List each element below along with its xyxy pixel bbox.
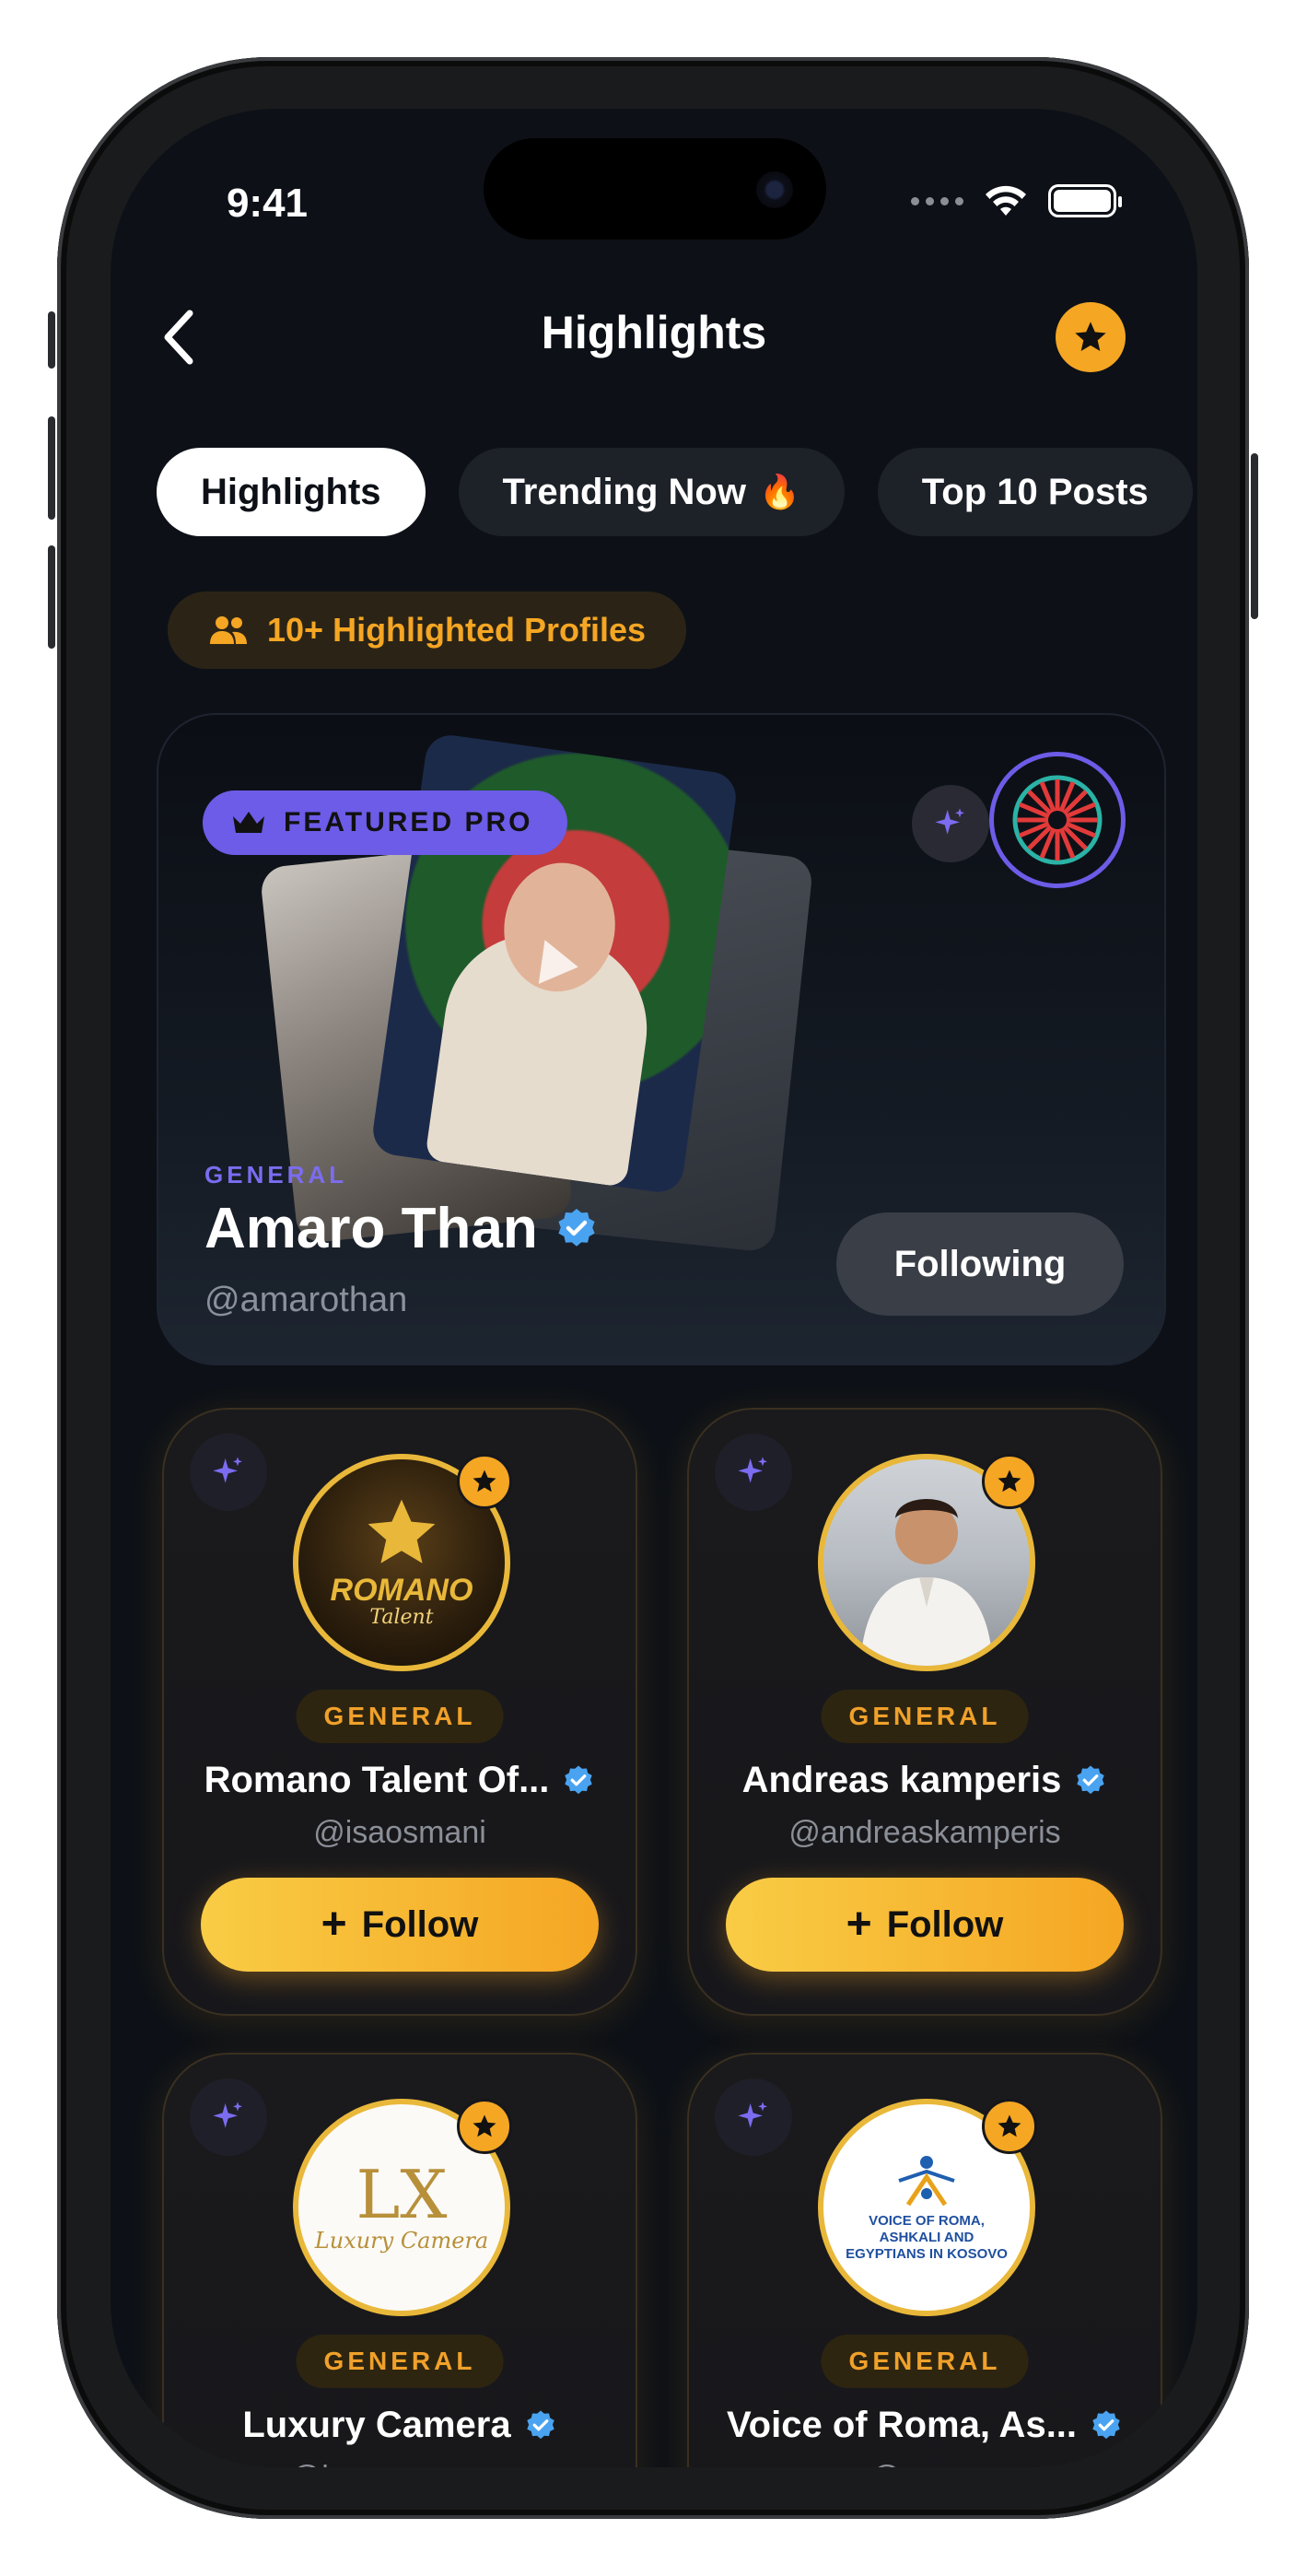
power-button: [1251, 453, 1258, 619]
signal-icon: [911, 196, 963, 205]
avatar-logo-subtext: Talent: [369, 1606, 434, 1629]
profile-name-text: Luxury Camera: [242, 2405, 511, 2445]
verified-badge-icon: [526, 2410, 554, 2439]
status-icons: [911, 184, 1122, 217]
profile-name-text: Romano Talent Of...: [204, 1760, 550, 1800]
following-button[interactable]: Following: [836, 1212, 1124, 1316]
plus-icon: +: [321, 1900, 347, 1949]
sparkles-icon: [213, 2102, 242, 2128]
highlight-boost-button[interactable]: [190, 2078, 267, 2156]
category-badge: GENERAL: [296, 1690, 504, 1743]
sparkles-icon: [738, 1457, 767, 1483]
favorite-badge: [457, 2099, 512, 2154]
profile-name: Romano Talent Of...: [182, 1760, 617, 1801]
profile-handle: @isaosmani: [313, 1815, 486, 1850]
favorite-badge: [457, 1454, 512, 1509]
sparkles-icon: [738, 2102, 767, 2128]
tab-top-10-posts[interactable]: Top 10 Posts: [877, 448, 1193, 536]
follow-button[interactable]: + Follow: [726, 1878, 1124, 1972]
profile-card[interactable]: GENERAL Andreas kamperis @andreaskamperi…: [687, 1408, 1162, 2016]
status-time: 9:41: [226, 181, 309, 226]
follow-label: Follow: [886, 1903, 1004, 1945]
tab-label: Highlights: [201, 471, 381, 512]
profile-card[interactable]: ROMANO Talent GENERAL Romano Talent Of..…: [162, 1408, 637, 2016]
tab-highlights[interactable]: Highlights: [157, 448, 426, 536]
users-icon: [210, 616, 247, 644]
favorite-badge: [982, 2099, 1037, 2154]
battery-icon: [1048, 184, 1122, 217]
sparkles-icon: [935, 808, 964, 835]
profile-name-text: Andreas kamperis: [741, 1760, 1062, 1800]
highlight-boost-button[interactable]: [715, 2078, 792, 2156]
plus-icon: +: [846, 1900, 872, 1949]
category-badge: GENERAL: [296, 2335, 504, 2388]
org-logo-icon: [898, 2155, 955, 2206]
profile-name: Voice of Roma, As...: [707, 2405, 1142, 2446]
profile-handle: @amarothan: [204, 1281, 408, 1319]
featured-pro-badge: FEATURED PRO: [203, 790, 568, 855]
profile-name: Amaro Than: [204, 1196, 599, 1261]
profile-card[interactable]: LX Luxury Camera GENERAL Luxury Camera @…: [162, 2053, 637, 2467]
profile-handle: @luxurycamera: [164, 2460, 636, 2467]
action-button: [48, 311, 55, 369]
app-screen: 9:41 Highlights Highlights Trending Now 🔥…: [111, 109, 1197, 2467]
star-icon: [1075, 322, 1106, 351]
chakra-wheel-icon: [1006, 768, 1109, 872]
avatar-logo-text: ROMANO: [330, 1573, 473, 1608]
category-label: GENERAL: [204, 1161, 348, 1188]
highlight-boost-button[interactable]: [912, 785, 989, 862]
profile-name: Luxury Camera: [182, 2405, 617, 2446]
tab-label: Trending Now: [502, 471, 746, 512]
category-badge: GENERAL: [821, 2335, 1029, 2388]
profile-name-text: Voice of Roma, As...: [726, 2405, 1078, 2445]
verified-badge-icon: [558, 1208, 595, 1247]
star-icon: [998, 2114, 1021, 2137]
sparkles-icon: [213, 1457, 242, 1483]
star-icon: [998, 1469, 1021, 1493]
avatar-logo-text: LX: [356, 2156, 448, 2233]
fire-icon: 🔥: [758, 473, 800, 510]
star-icon: [473, 1469, 496, 1493]
tab-trending-now[interactable]: Trending Now 🔥: [458, 448, 845, 536]
camera-icon: [756, 171, 793, 208]
page-title: Highlights: [541, 307, 767, 358]
profile-card[interactable]: VOICE OF ROMA, ASHKALI AND EGYPTIANS IN …: [687, 2053, 1162, 2467]
profile-name-text: Amaro Than: [204, 1197, 538, 1260]
avatar-logo-subtext: Luxury Camera: [314, 2228, 489, 2254]
highlight-boost-button[interactable]: [190, 1434, 267, 1511]
crown-icon: [233, 812, 264, 833]
follow-button[interactable]: + Follow: [201, 1878, 599, 1972]
highlighted-profiles-label: 10+ Highlighted Profiles: [267, 611, 647, 649]
category-badge: GENERAL: [821, 1690, 1029, 1743]
favorite-badge: [982, 1454, 1037, 1509]
highlight-boost-button[interactable]: [715, 1434, 792, 1511]
avatar-logo-text: VOICE OF ROMA, ASHKALI AND EGYPTIANS IN …: [846, 2212, 1008, 2262]
avatar[interactable]: [989, 752, 1126, 888]
trophy-star-icon: [368, 1499, 436, 1563]
verified-badge-icon: [1077, 1765, 1105, 1794]
tab-label: Top 10 Posts: [921, 471, 1149, 512]
featured-pro-label: FEATURED PRO: [284, 807, 533, 837]
wifi-icon: [986, 185, 1026, 216]
verified-badge-icon: [565, 1765, 593, 1794]
tab-bar: Highlights Trending Now 🔥 Top 10 Posts: [157, 448, 1193, 536]
star-icon: [473, 2114, 496, 2137]
featured-profile-card[interactable]: FEATURED PRO GENERAL Amaro Than @amaroth…: [157, 713, 1166, 1365]
profile-handle: @andreaskamperis: [788, 1815, 1061, 1850]
verified-badge-icon: [1092, 2410, 1120, 2439]
profile-handle: @vorae: [689, 2460, 1161, 2467]
play-icon: [538, 940, 582, 989]
favorites-button[interactable]: [1056, 302, 1126, 372]
highlighted-profiles-badge: 10+ Highlighted Profiles: [168, 591, 687, 669]
volume-up-button: [48, 416, 55, 520]
follow-label: Follow: [361, 1903, 479, 1945]
dynamic-island: [484, 138, 826, 240]
profile-name: Andreas kamperis: [707, 1760, 1142, 1801]
volume-down-button: [48, 545, 55, 649]
